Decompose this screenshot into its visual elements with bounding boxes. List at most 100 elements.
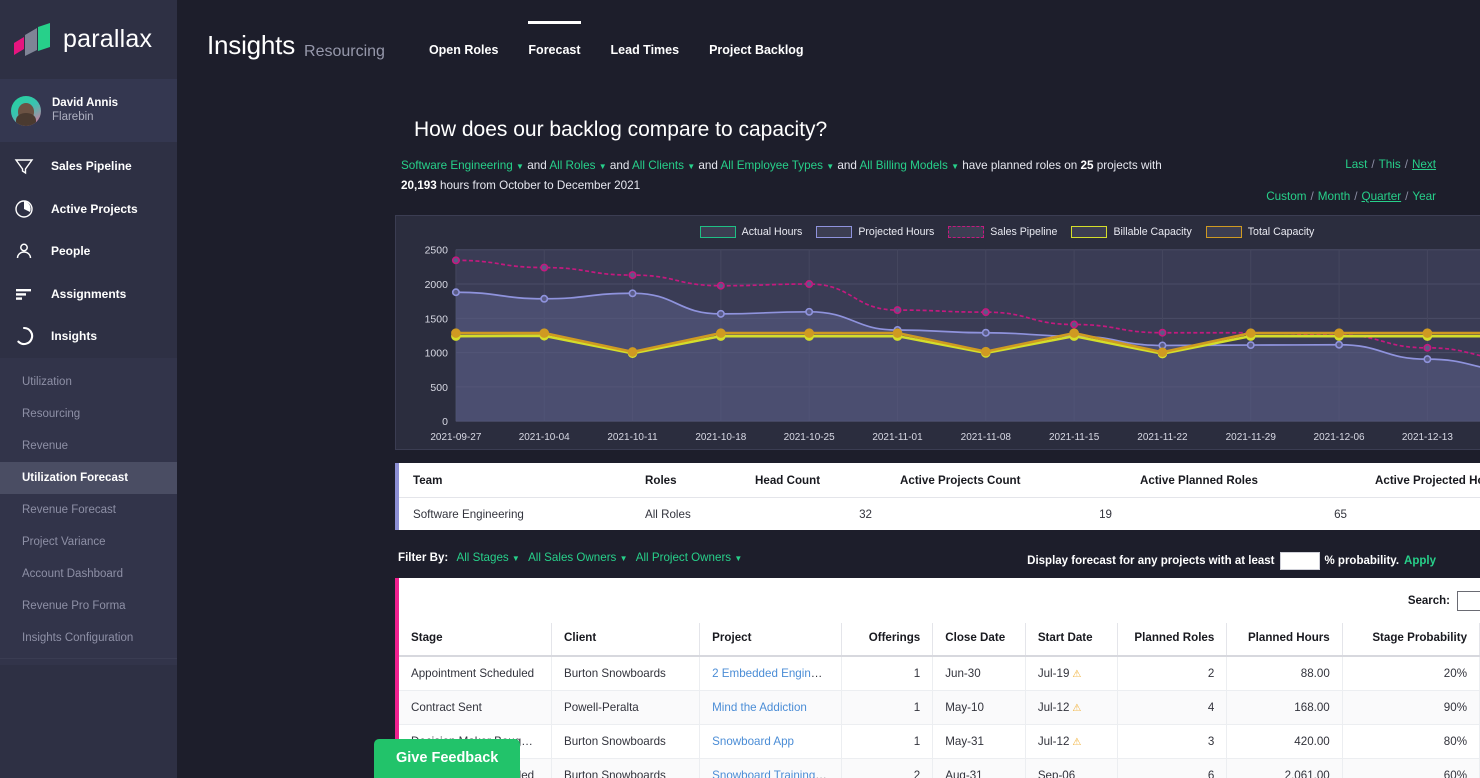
svg-text:2500: 2500	[425, 246, 448, 257]
th-project[interactable]: Project	[700, 623, 842, 656]
cell-team: Software Engineering	[399, 508, 631, 521]
svg-text:2021-12-06: 2021-12-06	[1314, 432, 1365, 443]
forecast-line-chart[interactable]: 050010001500200025002021-09-272021-10-04…	[396, 216, 1480, 449]
svg-text:2021-11-22: 2021-11-22	[1137, 432, 1188, 443]
tab-project-backlog[interactable]: Project Backlog	[709, 43, 803, 59]
cell-project[interactable]: Snowboard App	[700, 725, 842, 759]
th-client[interactable]: Client	[552, 623, 700, 656]
cell-client: Burton Snowboards	[552, 725, 700, 759]
project-link[interactable]: 2 Embedded Engineers	[712, 667, 833, 680]
user-profile[interactable]: David Annis Flarebin	[0, 79, 177, 142]
cell-start-date: Jul-12⚠	[1025, 725, 1118, 759]
cell-start-date: Jul-12⚠	[1025, 691, 1118, 725]
sentence-tail-3: hours from October to December 2021	[440, 179, 640, 192]
table-row[interactable]: Contract SentPowell-PeraltaMind the Addi…	[399, 691, 1480, 725]
period-custom[interactable]: Custom	[1266, 190, 1306, 203]
filter-employee-types-label: All Employee Types	[721, 159, 823, 172]
filter-roles-dropdown[interactable]: All Roles ▼	[549, 159, 606, 172]
search-input[interactable]	[1457, 591, 1480, 611]
cell-active-planned-roles: 65	[1126, 508, 1361, 521]
th-stage-probability[interactable]: Stage Probability	[1342, 623, 1479, 656]
sidebar-subitem-resourcing[interactable]: Resourcing	[0, 398, 177, 430]
tab-lead-times[interactable]: Lead Times	[611, 43, 680, 59]
cell-active-projects-count: 19	[886, 508, 1126, 521]
table-row[interactable]: Appointment ScheduledBurton Snowboards2 …	[399, 656, 1480, 691]
period-quarter[interactable]: Quarter	[1362, 190, 1402, 203]
period-this[interactable]: This	[1379, 158, 1401, 171]
page-subtitle: Resourcing	[304, 43, 385, 61]
cell-close-date: Jun-30	[933, 656, 1026, 691]
th-close-date[interactable]: Close Date	[933, 623, 1026, 656]
period-year[interactable]: Year	[1412, 190, 1436, 203]
cell-project[interactable]: Snowboard Training App	[700, 759, 842, 778]
cell-project[interactable]: Mind the Addiction	[700, 691, 842, 725]
summary-header-row: Team Roles Head Count Active Projects Co…	[399, 463, 1480, 497]
th-start-date[interactable]: Start Date	[1025, 623, 1118, 656]
svg-text:0: 0	[442, 417, 448, 428]
filter-employee-types-dropdown[interactable]: All Employee Types ▼	[721, 159, 835, 172]
apply-button[interactable]: Apply	[1404, 555, 1436, 567]
tab-open-roles[interactable]: Open Roles	[429, 43, 498, 59]
filter-all-stages-dropdown[interactable]: All Stages ▼	[456, 551, 519, 564]
person-icon	[13, 240, 35, 262]
brand-logo[interactable]: parallax	[0, 0, 177, 79]
probability-input[interactable]	[1280, 552, 1320, 570]
sidebar-item-people[interactable]: People	[0, 230, 177, 273]
project-link[interactable]: Mind the Addiction	[712, 701, 807, 714]
subitem-label: Insights Configuration	[22, 632, 133, 644]
filter-all-project-owners-dropdown[interactable]: All Project Owners ▼	[636, 551, 743, 564]
table-row[interactable]: Decision Maker Bought-InBurton Snowboard…	[399, 725, 1480, 759]
th-stage[interactable]: Stage	[399, 623, 552, 656]
th-offerings[interactable]: Offerings	[841, 623, 933, 656]
period-separator: /	[1405, 158, 1408, 171]
sidebar-subitem-revenue-pro-forma[interactable]: Revenue Pro Forma	[0, 590, 177, 622]
sidebar-subitem-project-variance[interactable]: Project Variance	[0, 526, 177, 558]
filter-clients-dropdown[interactable]: All Clients ▼	[632, 159, 695, 172]
cell-planned-hours: 2,061.00	[1227, 759, 1342, 778]
filter-all-sales-owners-dropdown[interactable]: All Sales Owners ▼	[528, 551, 627, 564]
col-roles: Roles	[631, 474, 741, 487]
sidebar-item-insights[interactable]: Insights	[0, 315, 177, 358]
cell-stage: Contract Sent	[399, 691, 552, 725]
sidebar-subitem-utilization-forecast[interactable]: Utilization Forecast	[0, 462, 177, 494]
filter-sentence: Software Engineering ▼ and All Roles ▼ a…	[401, 156, 1191, 195]
parallax-logo-icon	[12, 23, 54, 57]
user-org: Flarebin	[52, 110, 118, 125]
filter-all-sales-owners-label: All Sales Owners	[528, 551, 616, 564]
period-next[interactable]: Next	[1412, 158, 1436, 171]
tab-forecast[interactable]: Forecast	[528, 43, 580, 59]
table-body: Appointment ScheduledBurton Snowboards2 …	[399, 656, 1480, 778]
conjunction: and	[527, 159, 547, 172]
sidebar-subitem-utilization[interactable]: Utilization	[0, 366, 177, 398]
projects-count: 25	[1081, 159, 1094, 172]
col-active-planned-roles: Active Planned Roles	[1126, 474, 1361, 487]
sidebar-subitem-revenue[interactable]: Revenue	[0, 430, 177, 462]
filter-team-dropdown[interactable]: Software Engineering ▼	[401, 159, 524, 172]
warning-triangle-icon: ⚠	[1072, 703, 1081, 714]
main-content: Insights Resourcing Open Roles Forecast …	[177, 0, 1480, 778]
cell-planned-hours: 88.00	[1227, 656, 1342, 691]
period-last[interactable]: Last	[1345, 158, 1367, 171]
conjunction: and	[837, 159, 857, 172]
sidebar-item-assignments[interactable]: Assignments	[0, 273, 177, 316]
probability-filter: Display forecast for any projects with a…	[1027, 552, 1436, 570]
sidebar-subitem-account-dashboard[interactable]: Account Dashboard	[0, 558, 177, 590]
sidebar-item-sales-pipeline[interactable]: Sales Pipeline	[0, 145, 177, 188]
project-link[interactable]: Snowboard Training App	[712, 769, 838, 778]
cell-project[interactable]: 2 Embedded Engineers	[700, 656, 842, 691]
brand-name: parallax	[63, 25, 152, 54]
give-feedback-button[interactable]: Give Feedback	[374, 739, 520, 778]
subitem-label: Utilization	[22, 376, 72, 388]
filter-billing-models-dropdown[interactable]: All Billing Models ▼	[859, 159, 959, 172]
table-row[interactable]: Appointment ScheduledBurton SnowboardsSn…	[399, 759, 1480, 778]
chevron-down-icon: ▼	[516, 162, 524, 171]
project-link[interactable]: Snowboard App	[712, 735, 794, 748]
subitem-label: Revenue Pro Forma	[22, 600, 126, 612]
filter-by-label: Filter By:	[398, 551, 448, 564]
period-month[interactable]: Month	[1318, 190, 1350, 203]
th-planned-roles[interactable]: Planned Roles	[1118, 623, 1227, 656]
sidebar-subitem-insights-configuration[interactable]: Insights Configuration	[0, 622, 177, 654]
sidebar-item-active-projects[interactable]: Active Projects	[0, 188, 177, 231]
sidebar-subitem-revenue-forecast[interactable]: Revenue Forecast	[0, 494, 177, 526]
th-planned-hours[interactable]: Planned Hours	[1227, 623, 1342, 656]
